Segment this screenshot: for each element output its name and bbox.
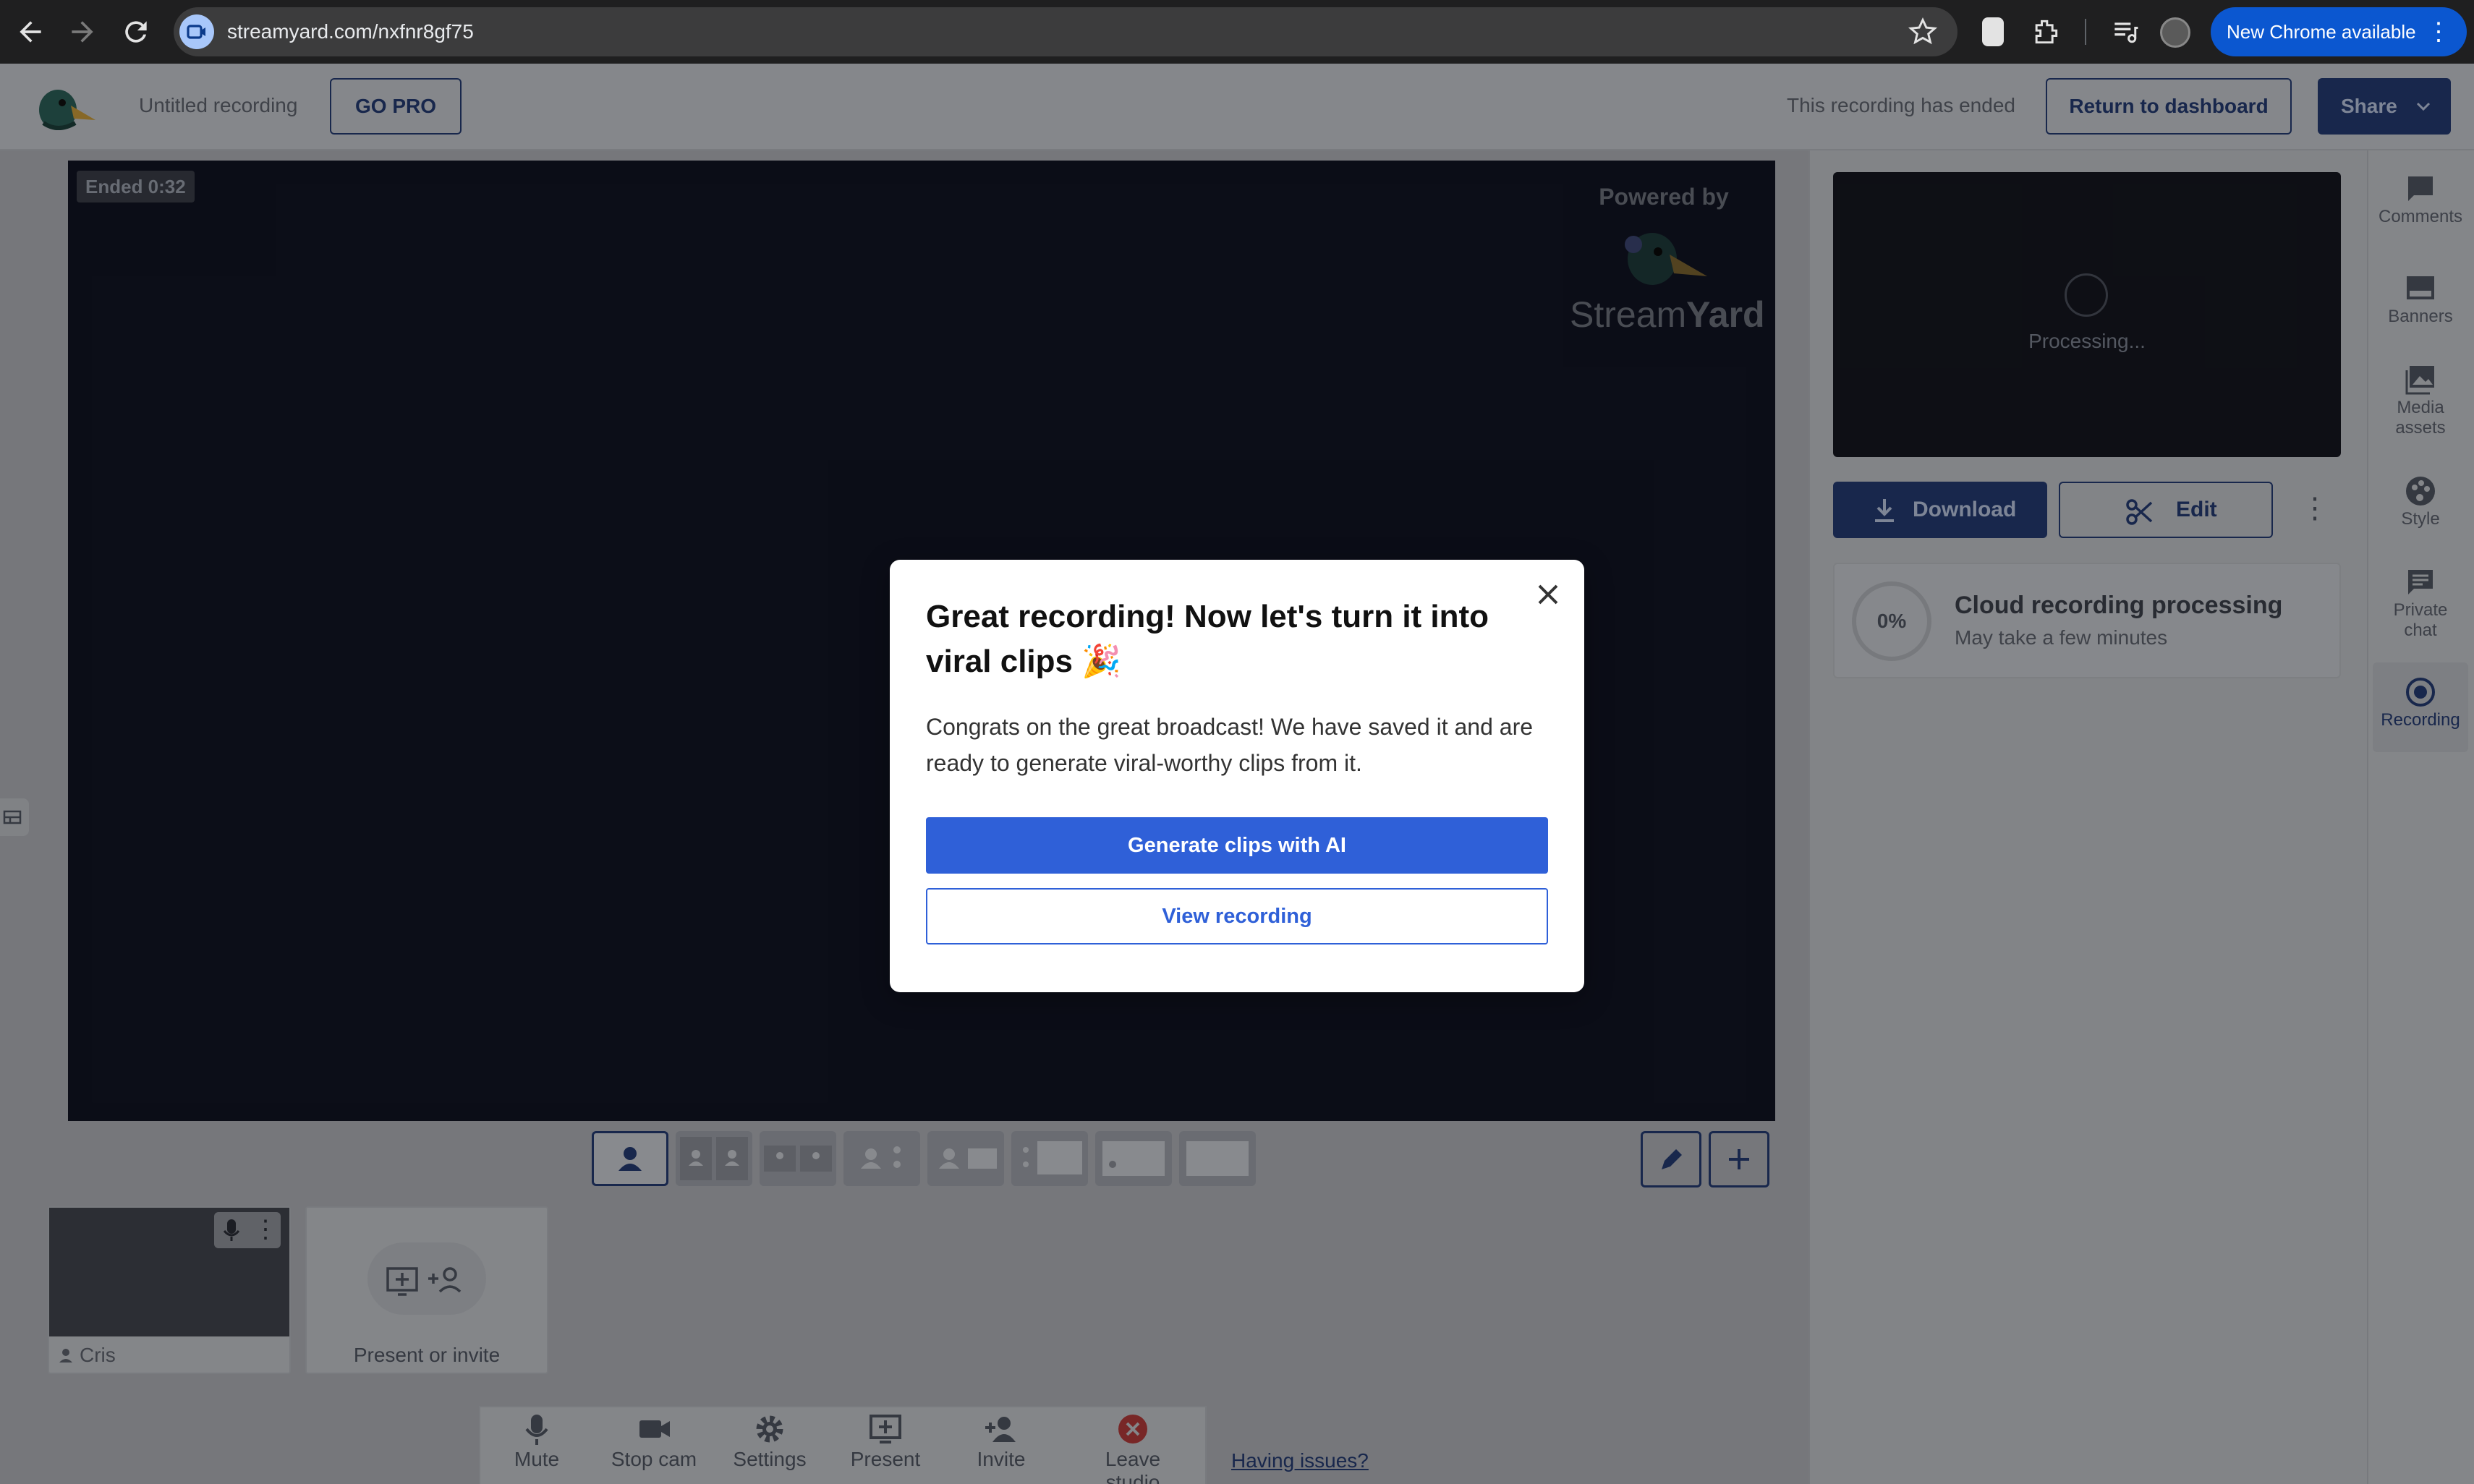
modal-title: Great recording! Now let's turn it into … bbox=[926, 599, 1489, 679]
close-icon[interactable] bbox=[1531, 577, 1565, 612]
view-recording-button[interactable]: View recording bbox=[926, 888, 1548, 944]
back-icon[interactable] bbox=[14, 16, 46, 48]
modal-body: Congrats on the great broadcast! We have… bbox=[926, 714, 1534, 776]
profile-avatar[interactable] bbox=[2160, 17, 2190, 48]
extension-icon[interactable] bbox=[1982, 17, 2004, 46]
reload-icon[interactable] bbox=[120, 16, 152, 48]
site-info-icon[interactable] bbox=[179, 14, 214, 49]
media-control-icon[interactable] bbox=[2109, 16, 2141, 48]
new-chrome-label: New Chrome available bbox=[2227, 21, 2416, 43]
more-vert-icon: ⋮ bbox=[2426, 18, 2451, 46]
forward-icon[interactable] bbox=[67, 16, 98, 48]
extensions-puzzle-icon[interactable] bbox=[2030, 16, 2062, 48]
generate-clips-button[interactable]: Generate clips with AI bbox=[926, 817, 1548, 874]
bookmark-star-icon[interactable] bbox=[1907, 16, 1939, 48]
toolbar-divider bbox=[2085, 19, 2086, 45]
url-text: streamyard.com/nxfnr8gf75 bbox=[227, 20, 474, 43]
new-chrome-button[interactable]: New Chrome available ⋮ bbox=[2211, 7, 2467, 56]
